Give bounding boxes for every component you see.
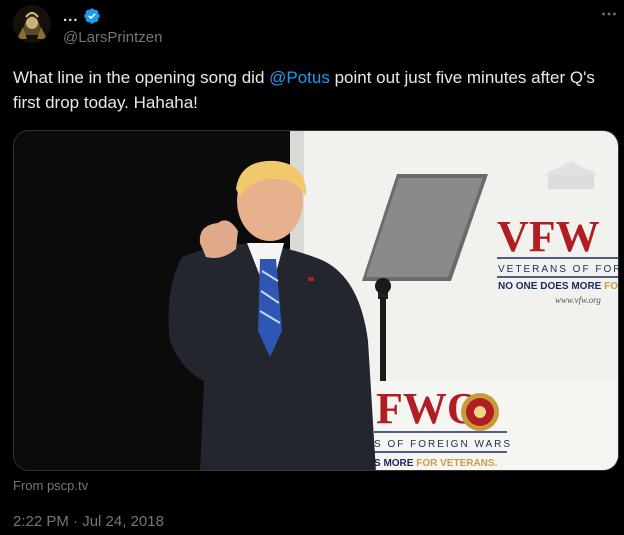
avatar[interactable] [13,5,51,43]
verified-badge-icon [83,8,100,24]
video-frame: VFW VETERANS OF FOREI NO ONE DOES MORE F… [14,131,619,470]
tweet-text: What line in the opening song did @Potus… [13,65,613,115]
tweet-timestamp[interactable]: 2:22 PM · Jul 24, 2018 [13,513,164,530]
timestamp-date: Jul 24, 2018 [82,513,164,530]
podium-subtitle: S OF FOREIGN WARS [374,439,512,450]
timestamp-time: 2:22 PM [13,513,69,530]
timestamp-separator: · [68,513,83,530]
tweet-text-start: What line in the opening song did [13,68,270,87]
author-handle[interactable]: @LarsPrintzen [63,29,162,46]
avatar-image [13,5,51,43]
card-source[interactable]: From pscp.tv [13,478,88,493]
podium-slogan: S MORE FOR VETERANS. [374,458,498,469]
more-options-icon[interactable] [601,8,617,24]
display-name[interactable]: ... [63,8,79,25]
vfw-url: www.vfw.org [555,295,601,305]
author-name-row: ... [63,7,101,25]
vfw-logo: VFW [497,212,600,261]
vfw-slogan: NO ONE DOES MORE FOR [498,281,619,292]
mention-link[interactable]: @Potus [269,68,330,87]
video-media[interactable]: VFW VETERANS OF FOREI NO ONE DOES MORE F… [13,130,619,471]
vfw-subtitle: VETERANS OF FOREI [498,264,619,275]
